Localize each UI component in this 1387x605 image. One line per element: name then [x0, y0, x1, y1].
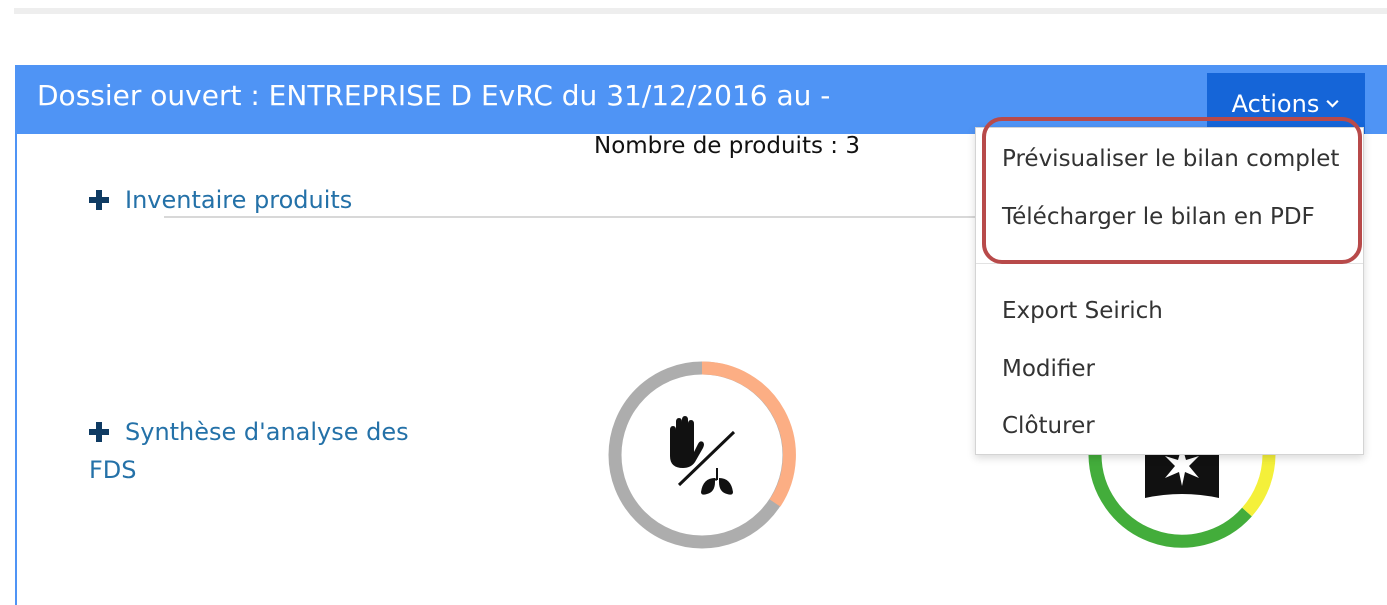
menu-item-modify[interactable]: Modifier	[1002, 356, 1095, 382]
actions-button-label: Actions	[1231, 89, 1320, 118]
top-separator	[14, 8, 1387, 14]
menu-item-close-dossier[interactable]: Clôturer	[1002, 413, 1095, 439]
donut-segment-orange	[701, 361, 796, 507]
menu-item-download-pdf[interactable]: Télécharger le bilan en PDF	[1002, 204, 1315, 230]
chevron-down-icon	[1326, 99, 1339, 108]
exposure-donut-chart	[608, 361, 796, 549]
synthesis-label-line2: FDS	[89, 456, 137, 484]
panel-title: Dossier ouvert : ENTREPRISE D EvRC du 31…	[37, 79, 831, 112]
section-divider	[164, 216, 994, 218]
menu-item-export-seirich[interactable]: Export Seirich	[1002, 298, 1163, 324]
panel-header: Dossier ouvert : ENTREPRISE D EvRC du 31…	[17, 67, 1387, 134]
menu-item-preview-report[interactable]: Prévisualiser le bilan complet	[1002, 146, 1339, 172]
hand-lungs-icon	[670, 416, 736, 495]
plus-icon	[89, 190, 109, 210]
synthesis-label: Synthèse d'analyse des	[125, 418, 409, 446]
synthesis-toggle[interactable]: Synthèse d'analyse des FDS	[89, 413, 409, 489]
actions-button[interactable]: Actions	[1207, 73, 1365, 134]
product-count: Nombre de produits : 3	[594, 133, 860, 159]
actions-dropdown-menu: Prévisualiser le bilan complet Télécharg…	[975, 127, 1364, 455]
menu-divider	[976, 263, 1363, 264]
inventory-label: Inventaire produits	[125, 186, 353, 214]
inventory-toggle[interactable]: Inventaire produits	[89, 181, 352, 219]
donut-segment-yellow	[1242, 454, 1276, 517]
plus-icon	[89, 422, 109, 442]
